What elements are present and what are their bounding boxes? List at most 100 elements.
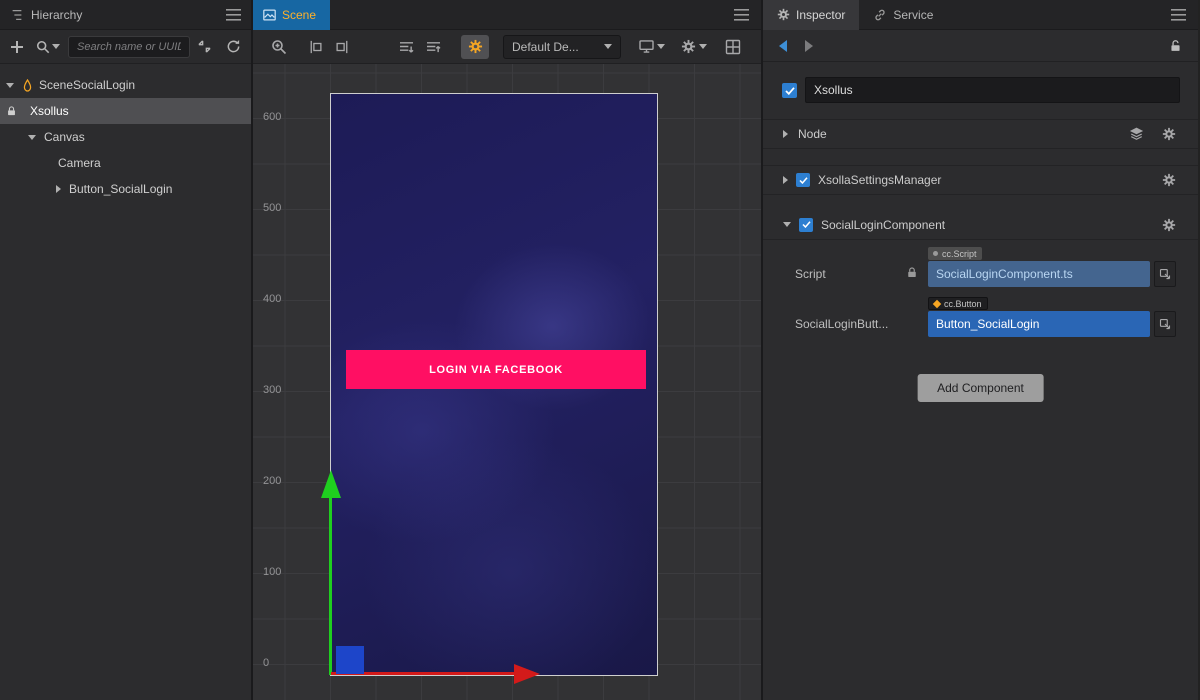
search-input[interactable] xyxy=(68,36,190,58)
design-resolution-value: Default De... xyxy=(512,40,594,54)
lock-toggle-icon[interactable] xyxy=(6,105,17,117)
inspector-menu-icon[interactable] xyxy=(1171,9,1186,21)
search-icon xyxy=(36,40,50,54)
social-login-component-label: SocialLoginComponent xyxy=(821,218,1162,232)
view-mode-button[interactable] xyxy=(639,40,665,53)
add-component-button[interactable]: Add Component xyxy=(917,374,1044,402)
refresh-icon[interactable] xyxy=(226,39,241,54)
inspector-lock-icon[interactable] xyxy=(1169,39,1182,53)
section-collapsed-icon[interactable] xyxy=(783,176,788,184)
tree-node-button-sociallogin[interactable]: Button_SocialLogin xyxy=(0,176,251,202)
button-reference-field[interactable]: Button_SocialLogin xyxy=(928,311,1150,337)
send-backward-icon[interactable] xyxy=(399,40,414,53)
ruler-label: 300 xyxy=(263,384,295,396)
node-section-label: Node xyxy=(798,127,1129,141)
collapsed-arrow-icon[interactable] xyxy=(56,185,61,193)
history-forward-button[interactable] xyxy=(805,40,813,52)
scene-tab-label: Scene xyxy=(282,8,316,22)
script-property-label: Script xyxy=(795,267,826,281)
node-section-header[interactable]: Node xyxy=(763,119,1198,149)
settings-manager-section-header[interactable]: XsollaSettingsManager xyxy=(763,165,1198,195)
check-icon xyxy=(799,177,808,184)
button-type-tag: cc.Button xyxy=(928,297,988,310)
search-filter-button[interactable] xyxy=(36,40,60,54)
ruler-label: 100 xyxy=(263,566,295,578)
collapse-all-icon[interactable] xyxy=(197,39,212,54)
search-filter-dropdown-icon xyxy=(52,44,60,49)
align-left-icon[interactable] xyxy=(309,40,324,54)
grid-toggle-icon[interactable] xyxy=(725,39,741,55)
target-picker-icon xyxy=(1159,318,1171,330)
hierarchy-panel: Hierarchy SceneSocialLogin Xsollus xyxy=(0,0,253,700)
ruler-label: 0 xyxy=(263,657,295,669)
inspector-tab-label: Inspector xyxy=(796,8,845,22)
tree-node-camera[interactable]: Camera xyxy=(0,150,251,176)
inspector-tabbar: Inspector Service xyxy=(763,0,1198,30)
inspector-history-bar xyxy=(763,30,1198,62)
gizmo-y-axis[interactable] xyxy=(329,498,332,675)
expand-arrow-icon[interactable] xyxy=(6,83,14,88)
ruler-label: 400 xyxy=(263,293,295,305)
cocos-editor-window: Hierarchy SceneSocialLogin Xsollus xyxy=(0,0,1200,700)
section-expanded-icon[interactable] xyxy=(783,222,791,227)
script-type-tag: cc.Script xyxy=(928,247,982,260)
node-name-input[interactable] xyxy=(805,77,1180,103)
scene-tab-icon xyxy=(263,9,276,21)
component-enabled-checkbox[interactable] xyxy=(796,173,810,187)
component-enabled-checkbox[interactable] xyxy=(799,218,813,232)
scene-viewport[interactable]: 600 500 400 300 200 100 0 LOGIN VIA FACE… xyxy=(253,64,761,700)
node-active-checkbox[interactable] xyxy=(782,83,797,98)
target-picker-icon xyxy=(1159,268,1171,280)
tab-inspector[interactable]: Inspector xyxy=(763,0,859,30)
scene-asset-icon xyxy=(22,79,33,92)
script-target-picker-button[interactable] xyxy=(1154,261,1176,287)
gizmo-origin-handle[interactable] xyxy=(336,646,364,674)
hierarchy-title: Hierarchy xyxy=(31,8,226,22)
align-right-icon[interactable] xyxy=(334,40,349,54)
inspector-panel: Inspector Service Node xyxy=(763,0,1198,700)
button-property-label: SocialLoginButt... xyxy=(795,317,888,331)
game-canvas-preview[interactable]: LOGIN VIA FACEBOOK xyxy=(330,93,658,676)
tree-node-label: Xsollus xyxy=(30,104,69,118)
facebook-login-button[interactable]: LOGIN VIA FACEBOOK xyxy=(346,350,646,389)
check-icon xyxy=(785,87,795,95)
design-resolution-dropdown[interactable]: Default De... xyxy=(503,35,621,59)
create-node-button[interactable] xyxy=(10,40,24,54)
prefab-layers-icon[interactable] xyxy=(1129,127,1144,141)
social-login-section-header[interactable]: SocialLoginComponent xyxy=(763,210,1198,240)
monitor-icon xyxy=(639,40,654,53)
tab-service[interactable]: Service xyxy=(859,0,947,30)
hierarchy-tree-icon xyxy=(10,8,24,22)
script-reference-field[interactable]: SocialLoginComponent.ts xyxy=(928,261,1150,287)
tree-node-scene[interactable]: SceneSocialLogin xyxy=(0,72,251,98)
scene-settings-button[interactable] xyxy=(681,39,707,54)
settings-manager-label: XsollaSettingsManager xyxy=(818,173,1162,187)
button-target-picker-button[interactable] xyxy=(1154,311,1176,337)
type-diamond-icon xyxy=(933,299,941,307)
scene-menu-icon[interactable] xyxy=(734,9,749,21)
service-tab-label: Service xyxy=(893,8,933,22)
bring-forward-icon[interactable] xyxy=(426,40,441,53)
check-icon xyxy=(802,221,811,228)
scene-toolbar: Default De... xyxy=(253,30,761,64)
zoom-tool-icon[interactable] xyxy=(271,39,287,55)
history-back-button[interactable] xyxy=(779,40,787,52)
scene-tabbar: Scene xyxy=(253,0,761,30)
gizmo-settings-button[interactable] xyxy=(461,35,489,59)
gizmo-y-axis-arrowhead[interactable] xyxy=(321,470,341,498)
tree-node-xsollus[interactable]: Xsollus xyxy=(0,98,251,124)
type-dot-icon xyxy=(933,251,938,256)
tree-node-label: SceneSocialLogin xyxy=(39,78,135,92)
gear-icon[interactable] xyxy=(1162,218,1176,232)
tab-scene[interactable]: Scene xyxy=(253,0,330,30)
gear-icon[interactable] xyxy=(1162,127,1176,141)
hierarchy-menu-icon[interactable] xyxy=(226,9,241,21)
tree-node-label: Camera xyxy=(58,156,101,170)
gizmo-x-axis-arrowhead[interactable] xyxy=(514,664,540,684)
chevron-down-icon xyxy=(699,44,707,49)
expand-arrow-icon[interactable] xyxy=(28,135,36,140)
tree-node-canvas[interactable]: Canvas xyxy=(0,124,251,150)
gear-icon[interactable] xyxy=(1162,173,1176,187)
tree-node-label: Canvas xyxy=(44,130,85,144)
section-collapsed-icon[interactable] xyxy=(783,130,788,138)
